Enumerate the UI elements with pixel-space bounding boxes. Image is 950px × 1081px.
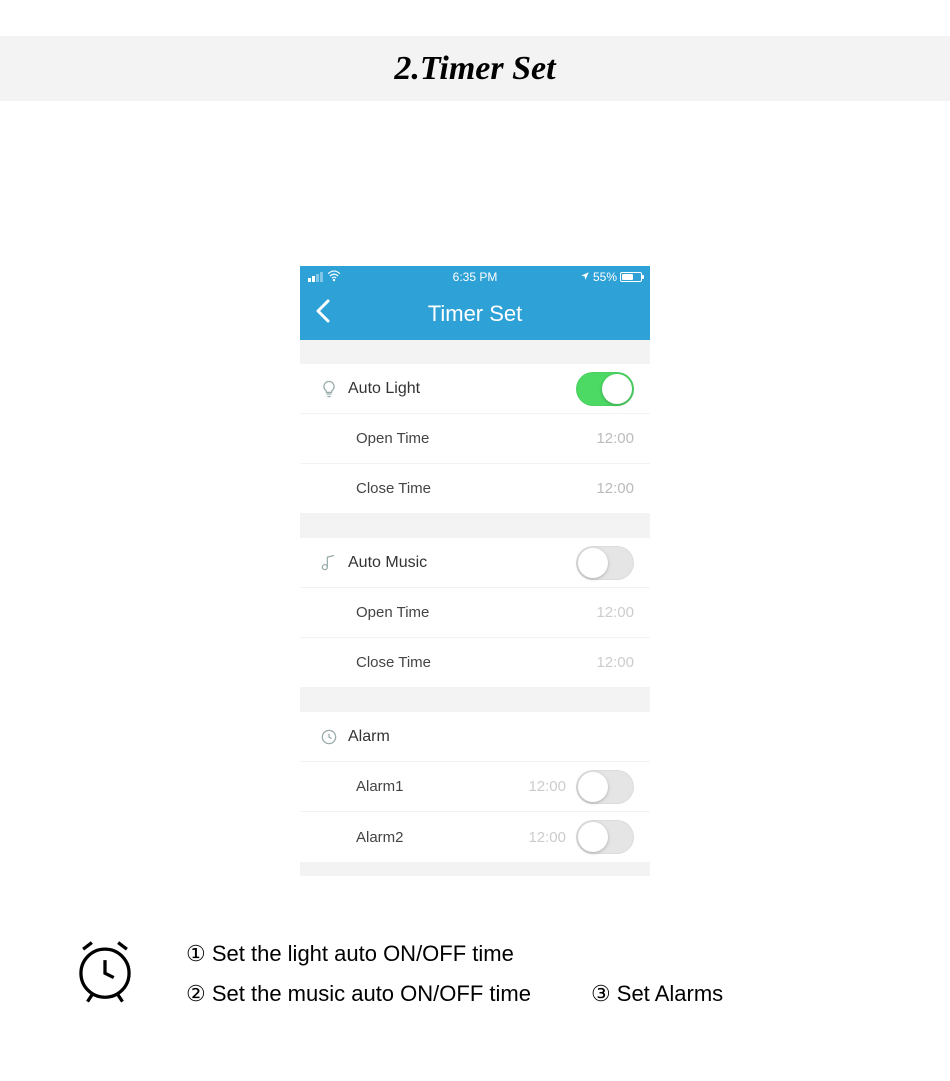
alarm2-label: Alarm2: [356, 829, 528, 846]
alarm-label: Alarm: [348, 728, 634, 746]
alarm2-row[interactable]: Alarm2 12:00: [300, 812, 650, 862]
auto-light-label: Auto Light: [348, 380, 566, 398]
auto-light-toggle[interactable]: [576, 372, 634, 406]
status-bar: 6:35 PM 55%: [300, 266, 650, 288]
phone-frame: 6:35 PM 55% Timer Set Auto Light Open Ti…: [300, 266, 650, 876]
footer-line-1: ① Set the light auto ON/OFF time: [186, 941, 723, 967]
open-time-label: Open Time: [356, 604, 596, 621]
open-time-value: 12:00: [596, 430, 634, 447]
auto-music-close-row[interactable]: Close Time 12:00: [300, 638, 650, 688]
alarm2-toggle[interactable]: [576, 820, 634, 854]
auto-music-label: Auto Music: [348, 554, 566, 572]
lightbulb-icon: [316, 379, 342, 399]
close-time-label: Close Time: [356, 654, 596, 671]
battery-icon: [620, 272, 642, 282]
footer-line-2b: ③ Set Alarms: [591, 981, 723, 1007]
alarm1-row[interactable]: Alarm1 12:00: [300, 762, 650, 812]
auto-music-section: Auto Music Open Time 12:00 Close Time 12…: [300, 538, 650, 688]
nav-title: Timer Set: [428, 301, 523, 327]
auto-music-row[interactable]: Auto Music: [300, 538, 650, 588]
clock-icon: [316, 727, 342, 747]
open-time-label: Open Time: [356, 430, 596, 447]
music-icon: [316, 553, 342, 573]
open-time-value: 12:00: [596, 604, 634, 621]
nav-bar: Timer Set: [300, 288, 650, 340]
close-time-value: 12:00: [596, 654, 634, 671]
auto-music-open-row[interactable]: Open Time 12:00: [300, 588, 650, 638]
close-time-label: Close Time: [356, 480, 596, 497]
alarm1-toggle[interactable]: [576, 770, 634, 804]
auto-light-close-row[interactable]: Close Time 12:00: [300, 464, 650, 514]
close-time-value: 12:00: [596, 480, 634, 497]
page-banner: 2.Timer Set: [0, 36, 950, 101]
auto-light-row[interactable]: Auto Light: [300, 364, 650, 414]
alarm-section: Alarm Alarm1 12:00 Alarm2 12:00: [300, 712, 650, 862]
alarm-header-row: Alarm: [300, 712, 650, 762]
alarm2-value: 12:00: [528, 829, 566, 846]
auto-light-section: Auto Light Open Time 12:00 Close Time 12…: [300, 364, 650, 514]
footer-instructions: ① Set the light auto ON/OFF time ② Set t…: [70, 936, 880, 1011]
auto-light-open-row[interactable]: Open Time 12:00: [300, 414, 650, 464]
banner-title: 2.Timer Set: [394, 50, 555, 88]
alarm-clock-icon: [70, 936, 140, 1011]
footer-line-2a: ② Set the music auto ON/OFF time: [186, 981, 531, 1007]
alarm1-value: 12:00: [528, 778, 566, 795]
back-button[interactable]: [314, 297, 332, 331]
battery-percent: 55%: [593, 270, 617, 284]
auto-music-toggle[interactable]: [576, 546, 634, 580]
location-icon: [580, 270, 590, 284]
alarm1-label: Alarm1: [356, 778, 528, 795]
